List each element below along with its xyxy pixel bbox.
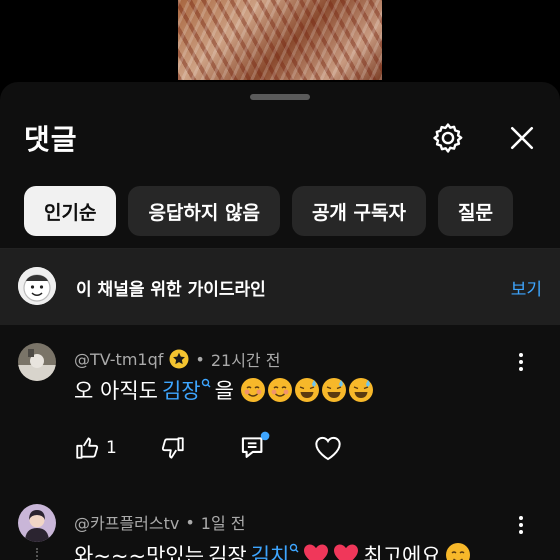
comment-keyword: 김장 [208, 544, 247, 560]
heart-button[interactable] [314, 435, 342, 461]
comment-text-end: 을 [214, 379, 234, 403]
sheet-title: 댓글 [24, 123, 78, 156]
drag-handle[interactable] [250, 94, 310, 100]
comment-text: 오 아직도 김장 을 [74, 375, 374, 405]
more-button[interactable] [506, 510, 536, 540]
comment-item: @TV-tm1qf • 21시간 전 오 아직도 김장 을 1 [0, 325, 560, 475]
red-heart-emoji [334, 544, 359, 560]
smiling-face-emoji [445, 543, 470, 560]
reply-button[interactable] [238, 431, 270, 463]
like-button[interactable]: 1 [74, 435, 117, 461]
chip-popular[interactable]: 인기순 [24, 186, 117, 236]
comment-text-start: 와~~~맛있는 [74, 544, 205, 560]
comment-keyword-link[interactable]: 김치 [251, 540, 290, 560]
avatar[interactable] [18, 343, 56, 381]
comment-text-end: 최고에요 [363, 544, 441, 560]
member-badge-icon [169, 349, 189, 369]
sweat-smile-emoji [321, 378, 346, 402]
thumbs-down-icon [161, 437, 184, 459]
guideline-text: 이 채널을 위한 가이드라인 [76, 280, 266, 300]
sweat-smile-emoji [294, 378, 319, 402]
comment-meta: @TV-tm1qf • 21시간 전 [74, 347, 280, 371]
like-count: 1 [106, 438, 117, 458]
comments-sheet: 댓글 인기순 응답하지 않음 공개 구독자 질문 이 채널을 위한 가이드라인 … [0, 82, 560, 560]
thumbs-up-icon [76, 437, 99, 459]
more-vert-icon [519, 516, 523, 520]
gear-icon [433, 123, 463, 153]
comment-time: 21시간 전 [210, 351, 281, 370]
meta-separator: • [195, 349, 205, 369]
meta-separator: • [185, 512, 195, 532]
comment-author[interactable]: @TV-tm1qf [74, 350, 163, 369]
reply-icon [241, 431, 270, 458]
search-link-icon [290, 543, 299, 553]
chip-questions[interactable]: 질문 [437, 186, 513, 236]
comment-time: 1일 전 [200, 514, 246, 533]
red-heart-emoji [304, 544, 329, 560]
comment-author[interactable]: @카프플러스tv [74, 510, 179, 534]
comment-text-start: 오 아직도 [74, 379, 158, 403]
settings-button[interactable] [426, 116, 470, 160]
chip-unanswered[interactable]: 응답하지 않음 [128, 186, 280, 236]
comment-keyword-link[interactable]: 김장 [162, 375, 201, 405]
avatar[interactable] [18, 504, 56, 542]
comment-meta: @카프플러스tv • 1일 전 [74, 510, 246, 534]
chip-public-subscribers[interactable]: 공개 구독자 [291, 186, 426, 236]
comment-item: @카프플러스tv • 1일 전 와~~~맛있는 김장 김치 최고에요 [0, 500, 560, 560]
guideline-view-link[interactable]: 보기 [511, 275, 542, 300]
comment-filter-chips: 인기순 응답하지 않음 공개 구독자 질문 [24, 186, 513, 236]
smiling-face-emoji [240, 378, 265, 402]
video-player-area [0, 0, 560, 90]
close-icon [510, 126, 534, 150]
close-button[interactable] [500, 116, 544, 160]
smiling-face-emoji [267, 378, 292, 402]
sweat-smile-emoji [348, 378, 373, 402]
video-frame[interactable] [178, 0, 382, 80]
more-button[interactable] [506, 347, 536, 377]
search-link-icon [201, 378, 211, 388]
more-vert-icon [519, 353, 523, 357]
comment-emojis [240, 377, 374, 403]
channel-avatar [18, 267, 56, 305]
heart-icon [315, 436, 341, 461]
thread-line [36, 548, 40, 560]
dislike-button[interactable] [160, 435, 186, 461]
channel-guidelines-banner[interactable]: 이 채널을 위한 가이드라인 보기 [0, 249, 560, 325]
comment-text: 와~~~맛있는 김장 김치 최고에요 [74, 540, 471, 560]
